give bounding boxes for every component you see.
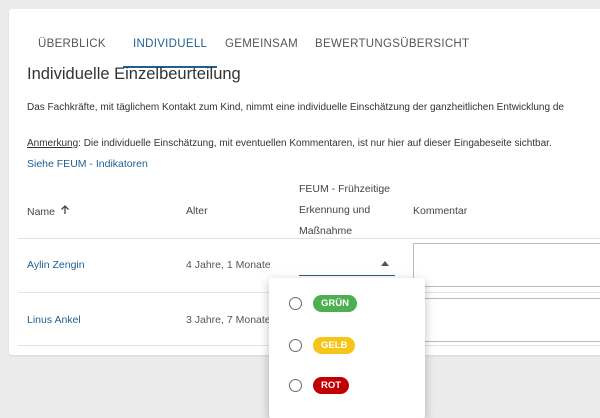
status-badge-gelb: GELB <box>313 336 356 354</box>
column-header-name-label: Name <box>27 205 56 218</box>
page-title: Individuelle Einzelbeurteilung <box>27 65 241 83</box>
child-name-link[interactable]: Linus Ankel <box>27 314 81 326</box>
child-name-link[interactable]: Aylin Zengin <box>27 259 85 271</box>
note-label: Anmerkung <box>27 138 79 149</box>
tab-bewertungsuebersicht[interactable]: Bewertungsübersicht <box>315 22 469 66</box>
column-header-feum: FEUM - Frühzeitige Erkennung und Maßnahm… <box>299 183 391 237</box>
radio-icon[interactable] <box>289 338 302 352</box>
status-badge-rot: ROT <box>313 376 350 394</box>
column-header-name[interactable]: Name <box>27 205 70 218</box>
note-text: Anmerkung: Die individuelle Einschätzung… <box>27 138 552 149</box>
page-description: Das Fachkräfte, mit täglichem Kontakt zu… <box>27 102 564 113</box>
comment-input[interactable] <box>413 243 600 287</box>
option-gruen[interactable]: GRÜN <box>289 293 357 313</box>
tab-gemeinsam[interactable]: Gemeinsam <box>225 22 298 66</box>
option-rot[interactable]: ROT <box>289 375 350 395</box>
column-header-comment: Kommentar <box>413 205 468 217</box>
comment-input[interactable] <box>413 298 600 342</box>
caret-up-icon <box>381 261 389 266</box>
column-header-age: Alter <box>186 205 208 217</box>
child-age: 3 Jahre, 7 Monate <box>186 314 271 326</box>
note-body: : Die individuelle Einschätzung, mit eve… <box>78 138 552 149</box>
header-divider <box>18 238 600 239</box>
sort-ascending-icon <box>60 205 70 218</box>
feum-indicators-link[interactable]: Siehe FEUM - Indikatoren <box>27 158 148 170</box>
child-age: 4 Jahre, 1 Monate <box>186 259 271 271</box>
feum-select[interactable] <box>299 255 395 276</box>
status-badge-gruen: GRÜN <box>313 294 357 312</box>
radio-icon[interactable] <box>289 378 302 392</box>
radio-icon[interactable] <box>289 296 302 310</box>
option-gelb[interactable]: GELB <box>289 335 356 355</box>
tab-ueberblick[interactable]: Überblick <box>38 22 106 66</box>
feum-dropdown-menu: GRÜN GELB ROT <box>269 278 425 418</box>
tab-individuell[interactable]: Individuell <box>122 22 218 68</box>
